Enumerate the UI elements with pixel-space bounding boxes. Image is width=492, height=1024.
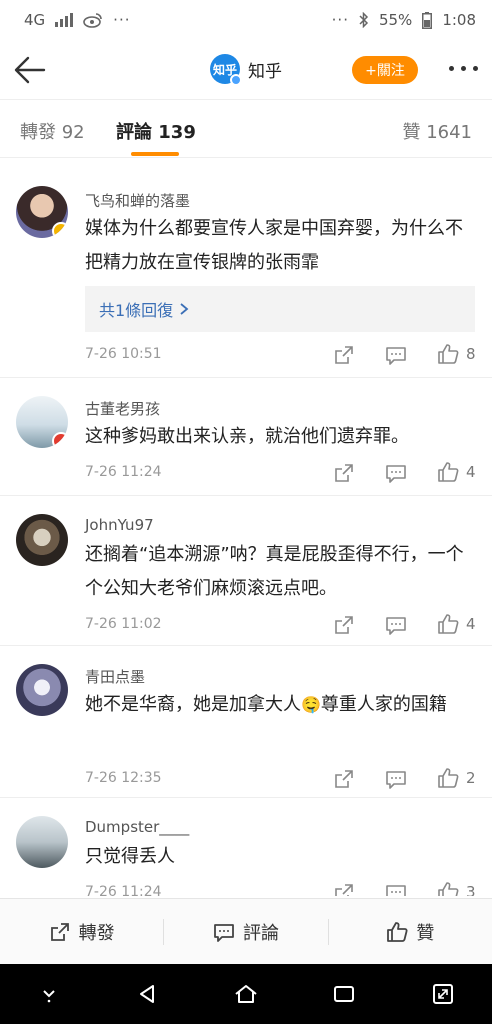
chevron-right-icon bbox=[180, 303, 189, 315]
share-icon[interactable] bbox=[333, 882, 355, 896]
avatar[interactable] bbox=[16, 816, 68, 868]
like-icon[interactable] bbox=[437, 461, 459, 483]
active-tab-indicator bbox=[131, 152, 179, 156]
account-name: 知乎 bbox=[248, 61, 282, 82]
comment-text: 媒体为什么都要宣传人家是中国弃婴，为什么不把精力放在宣传银牌的张雨霏 bbox=[85, 218, 463, 273]
comment-item: 古董老男孩 这种爹妈敢出来认亲，就治他们遗弃罪。 7-26 11:24 4 bbox=[0, 378, 492, 496]
comment-text-part: 她不是华裔，她是加拿大人 bbox=[85, 694, 301, 715]
clock: 1:08 bbox=[442, 11, 476, 29]
comment-time: 7-26 11:24 bbox=[85, 884, 162, 896]
share-icon bbox=[50, 922, 69, 941]
home-icon[interactable] bbox=[233, 981, 259, 1007]
comment-label: 評論 bbox=[242, 922, 279, 944]
comment-text-part: 尊重人家的国籍 bbox=[320, 694, 447, 715]
account-header[interactable]: 知乎 知乎 bbox=[210, 54, 282, 86]
like-icon[interactable] bbox=[437, 343, 459, 365]
share-icon[interactable] bbox=[333, 344, 355, 366]
reply-icon[interactable] bbox=[385, 882, 407, 896]
tab-bar: 轉發 92 評論 139 贊 1641 bbox=[0, 100, 492, 158]
vip-badge-icon bbox=[52, 222, 68, 238]
zhihu-avatar: 知乎 bbox=[210, 54, 242, 86]
status-left: 4G ··· bbox=[24, 11, 130, 29]
avatar[interactable] bbox=[16, 514, 68, 566]
comment-item: JohnYu97 还搁着“追本溯源”呐？真是屁股歪得不行，一个个公知大老爷们麻烦… bbox=[0, 496, 492, 646]
avatar[interactable] bbox=[16, 186, 68, 238]
repost-button[interactable]: 轉發 bbox=[0, 919, 163, 945]
share-icon[interactable] bbox=[333, 614, 355, 636]
comment-item: Dumpster____ 只觉得丢人 7-26 11:24 3 bbox=[0, 798, 492, 896]
nav-bar: 知乎 知乎 +關注 bbox=[0, 40, 492, 100]
more-options-icon[interactable] bbox=[449, 66, 478, 71]
hide-keyboard-icon[interactable] bbox=[36, 981, 62, 1007]
share-icon[interactable] bbox=[333, 768, 355, 790]
network-indicator: 4G bbox=[24, 11, 46, 29]
battery-icon bbox=[422, 11, 433, 29]
comment-text: 这种爹妈敢出来认亲，就治他们遗弃罪。 bbox=[85, 426, 409, 447]
like-count: 4 bbox=[466, 463, 476, 481]
like-count: 2 bbox=[466, 769, 476, 787]
signal-icon bbox=[55, 13, 74, 27]
back-arrow-icon[interactable] bbox=[12, 52, 48, 88]
weibo-icon bbox=[83, 13, 102, 28]
status-right: ··· 55% 1:08 bbox=[332, 11, 476, 29]
comment-text: 她不是华裔，她是加拿大人🤤尊重人家的国籍 bbox=[85, 688, 480, 722]
drooling-face-emoji: 🤤 bbox=[301, 695, 321, 714]
recent-apps-icon[interactable] bbox=[331, 981, 357, 1007]
like-icon[interactable] bbox=[437, 767, 459, 789]
like-label: 贊 bbox=[416, 922, 435, 944]
verified-badge-icon bbox=[230, 74, 242, 86]
reply-icon[interactable] bbox=[385, 344, 407, 366]
tab-likes[interactable]: 贊 1641 bbox=[402, 118, 472, 144]
comment-username[interactable]: 古董老男孩 bbox=[85, 398, 160, 419]
avatar[interactable] bbox=[16, 396, 68, 448]
battery-percent: 55% bbox=[378, 11, 413, 29]
comment-time: 7-26 12:35 bbox=[85, 770, 162, 786]
repost-label: 轉發 bbox=[78, 922, 115, 944]
more-status-icon: ··· bbox=[331, 11, 349, 29]
comment-text: 还搁着“追本溯源”呐？真是屁股歪得不行，一个个公知大老爷们麻烦滚远点吧。 bbox=[85, 544, 464, 599]
tab-comments[interactable]: 評論 139 bbox=[116, 118, 196, 144]
tab-repost[interactable]: 轉發 92 bbox=[20, 118, 85, 144]
like-button[interactable]: 贊 bbox=[329, 919, 492, 945]
like-icon[interactable] bbox=[437, 881, 459, 896]
comment-list[interactable]: 飞鸟和蝉的落墨 媒体为什么都要宣传人家是中国弃婴，为什么不把精力放在宣传银牌的张… bbox=[0, 160, 492, 896]
replies-link[interactable]: 共1條回復 bbox=[85, 286, 475, 332]
follow-button[interactable]: +關注 bbox=[352, 56, 418, 84]
like-count: 4 bbox=[466, 615, 476, 633]
reply-icon[interactable] bbox=[385, 768, 407, 790]
comment-icon bbox=[214, 923, 234, 942]
like-icon[interactable] bbox=[437, 613, 459, 635]
comment-item: 青田点墨 她不是华裔，她是加拿大人🤤尊重人家的国籍 7-26 12:35 2 bbox=[0, 646, 492, 798]
comment-text: 只觉得丢人 bbox=[85, 846, 175, 867]
party-badge-icon bbox=[52, 432, 68, 448]
comment-time: 7-26 11:24 bbox=[85, 464, 162, 480]
fullscreen-icon[interactable] bbox=[430, 981, 456, 1007]
status-bar: 4G ··· ··· 55% 1:08 bbox=[0, 0, 492, 40]
reply-icon[interactable] bbox=[385, 462, 407, 484]
comment-time: 7-26 10:51 bbox=[85, 346, 162, 362]
avatar[interactable] bbox=[16, 664, 68, 716]
comment-item: 飞鸟和蝉的落墨 媒体为什么都要宣传人家是中国弃婴，为什么不把精力放在宣传银牌的张… bbox=[0, 160, 492, 378]
bottom-toolbar: 轉發 評論 贊 bbox=[0, 898, 492, 964]
replies-label: 共1條回復 bbox=[99, 301, 174, 320]
comment-button[interactable]: 評論 bbox=[164, 919, 327, 945]
comment-username[interactable]: 飞鸟和蝉的落墨 bbox=[85, 190, 190, 211]
comment-username[interactable]: JohnYu97 bbox=[85, 516, 154, 534]
system-nav-bar bbox=[0, 964, 492, 1024]
bluetooth-icon bbox=[359, 12, 369, 28]
back-icon[interactable] bbox=[135, 981, 161, 1007]
share-icon[interactable] bbox=[333, 462, 355, 484]
reply-icon[interactable] bbox=[385, 614, 407, 636]
like-count: 3 bbox=[466, 883, 476, 896]
comment-time: 7-26 11:02 bbox=[85, 616, 162, 632]
comment-username[interactable]: Dumpster____ bbox=[85, 818, 189, 836]
more-notifications-icon: ··· bbox=[113, 11, 131, 29]
like-count: 8 bbox=[466, 345, 476, 363]
thumbs-up-icon bbox=[387, 921, 408, 942]
comment-username[interactable]: 青田点墨 bbox=[85, 666, 145, 687]
